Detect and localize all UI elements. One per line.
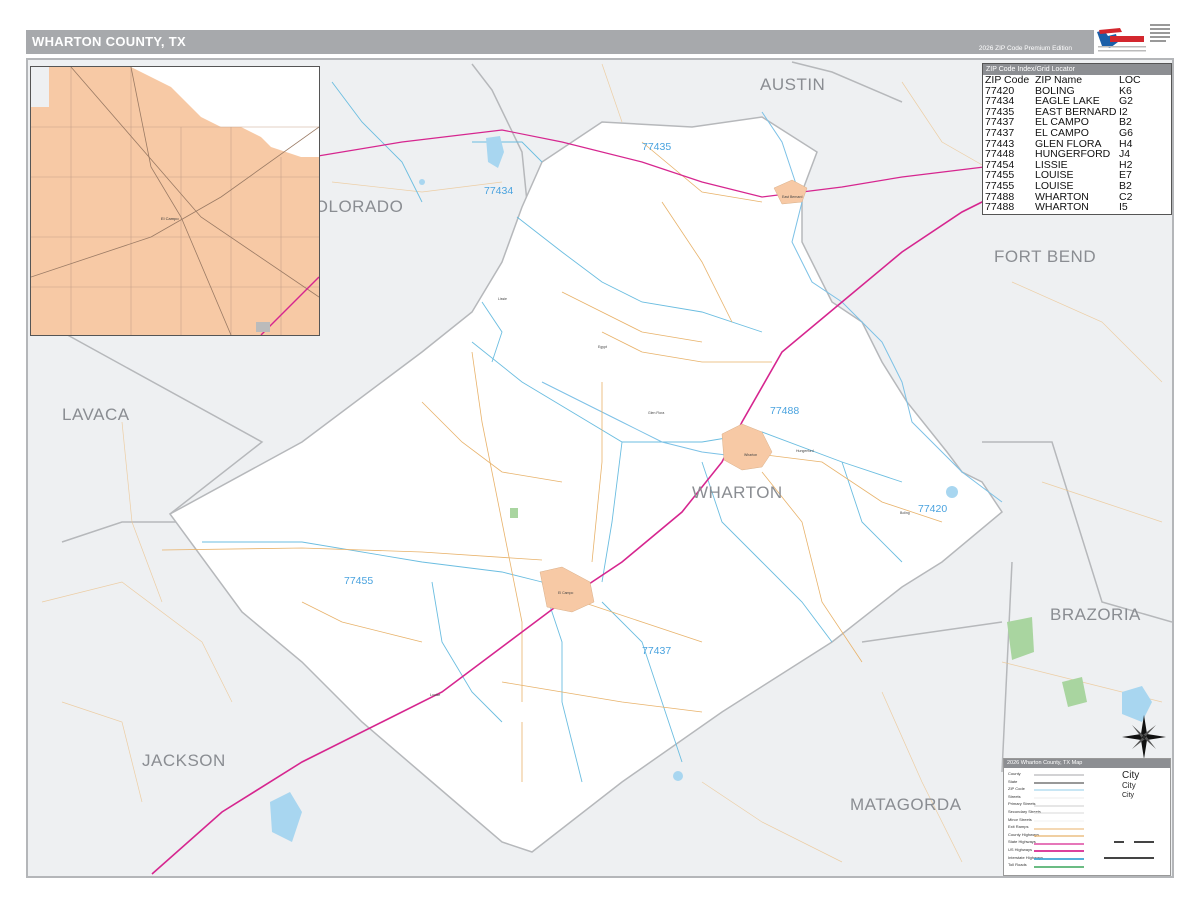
zip-index-header-loc: LOC <box>1119 74 1141 86</box>
inset-map-svg[interactable]: El Campo <box>31 67 319 335</box>
legend-swatches <box>1034 774 1084 868</box>
place-label-hungerford: Hungerford <box>796 449 814 453</box>
market-maps-logo-icon <box>1094 24 1170 56</box>
county-label-wharton: WHARTON <box>692 483 783 502</box>
zip-label-77435: 77435 <box>642 141 671 153</box>
county-label-matagorda: MATAGORDA <box>850 795 962 814</box>
brand-logo <box>1094 22 1172 58</box>
map-title: WHARTON COUNTY, TX <box>32 34 186 49</box>
compass-rose-icon <box>1122 715 1166 759</box>
zip-index-header-name: ZIP Name <box>1035 74 1083 86</box>
county-label-austin: AUSTIN <box>760 75 825 94</box>
zip-loc-cell: G6 <box>1119 126 1134 139</box>
county-label-jackson: JACKSON <box>142 751 226 770</box>
zip-code-cell: 77488 <box>985 201 1015 214</box>
place-label-wharton: Wharton <box>744 453 757 457</box>
legend-city-large: City <box>1122 770 1140 781</box>
legend-scale-bar <box>1104 841 1154 859</box>
place-label-el-campo: El Campo <box>558 591 573 595</box>
legend-city-medium: City <box>1122 781 1136 790</box>
zip-label-77437: 77437 <box>642 645 671 657</box>
legend-title: 2026 Wharton County, TX Map <box>1004 759 1170 768</box>
map-header: WHARTON COUNTY, TX 2026 ZIP Code Premium… <box>26 30 1172 54</box>
place-label-east-bernard: East Bernard <box>782 195 802 199</box>
zip-code-cell: 77437 <box>985 126 1015 139</box>
zip-name-cell: EL CAMPO <box>1035 126 1089 139</box>
map-legend: 2026 Wharton County, TX Map County State… <box>1003 758 1171 876</box>
zip-name-cell: WHARTON <box>1035 201 1089 214</box>
place-label-boling: Boling <box>900 511 910 515</box>
map-edition: 2026 ZIP Code Premium Edition <box>978 45 1072 52</box>
zip-label-77455: 77455 <box>344 575 373 587</box>
zip-index-table: ZIP Code Index/Grid Locator ZIP Code ZIP… <box>982 63 1172 215</box>
inset-map[interactable]: El Campo <box>30 66 320 336</box>
county-label-brazoria: BRAZORIA <box>1050 605 1141 624</box>
table-row: 77488 WHARTON I5 <box>983 202 1171 213</box>
zip-label-77488: 77488 <box>770 405 799 417</box>
table-row: 77455 LOUISE B2 <box>983 181 1171 192</box>
place-label-lissie: Lissie <box>498 297 507 301</box>
zip-label-77420: 77420 <box>918 503 947 515</box>
zip-label-77434: 77434 <box>484 185 513 197</box>
zip-index-header-code: ZIP Code <box>985 74 1030 86</box>
table-row: 77437 EL CAMPO G6 <box>983 128 1171 139</box>
zip-loc-cell: B2 <box>1119 179 1132 192</box>
place-label-egypt: Egypt <box>598 345 607 349</box>
county-label-fort-bend: FORT BEND <box>994 247 1096 266</box>
zip-name-cell: LOUISE <box>1035 179 1074 192</box>
zip-index-header-row: ZIP Code ZIP Name LOC <box>983 75 1171 86</box>
inset-city-label: El Campo <box>161 216 179 221</box>
zip-loc-cell: I5 <box>1119 201 1128 214</box>
place-label-glen-flora: Glen Flora <box>648 411 664 415</box>
zip-code-cell: 77455 <box>985 179 1015 192</box>
county-label-lavaca: LAVACA <box>62 405 130 424</box>
legend-city-small: City <box>1122 792 1135 799</box>
place-label-louise: Louise <box>430 693 440 697</box>
